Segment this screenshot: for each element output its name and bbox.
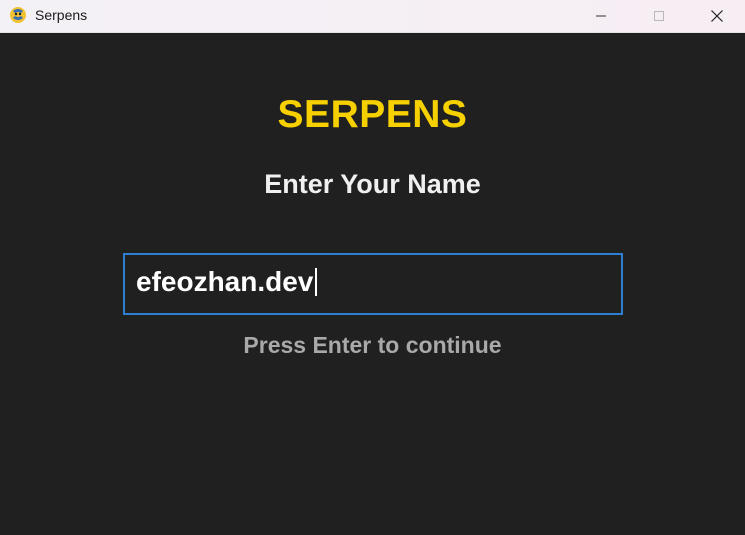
name-input-field[interactable]: efeozhan.dev	[123, 253, 623, 315]
name-prompt: Enter Your Name	[264, 169, 481, 199]
title-bar[interactable]: Serpens	[0, 0, 745, 33]
name-input-text: efeozhan.dev	[136, 266, 314, 297]
game-screen: SERPENS Enter Your Name efeozhan.dev Pre…	[0, 33, 745, 535]
close-button[interactable]	[688, 0, 745, 32]
minimize-button[interactable]	[572, 0, 630, 32]
minimize-icon	[596, 11, 606, 21]
close-icon	[711, 10, 723, 22]
text-caret	[315, 268, 318, 296]
app-window: Serpens SERPENS Enter Your Name efeozhan…	[0, 0, 745, 535]
maximize-button[interactable]	[630, 0, 688, 32]
game-title: SERPENS	[277, 93, 468, 136]
maximize-icon	[654, 11, 664, 21]
name-input-value: efeozhan.dev	[136, 266, 318, 298]
continue-hint: Press Enter to continue	[243, 332, 502, 358]
window-title: Serpens	[35, 7, 88, 23]
python-snake-icon	[9, 6, 27, 24]
